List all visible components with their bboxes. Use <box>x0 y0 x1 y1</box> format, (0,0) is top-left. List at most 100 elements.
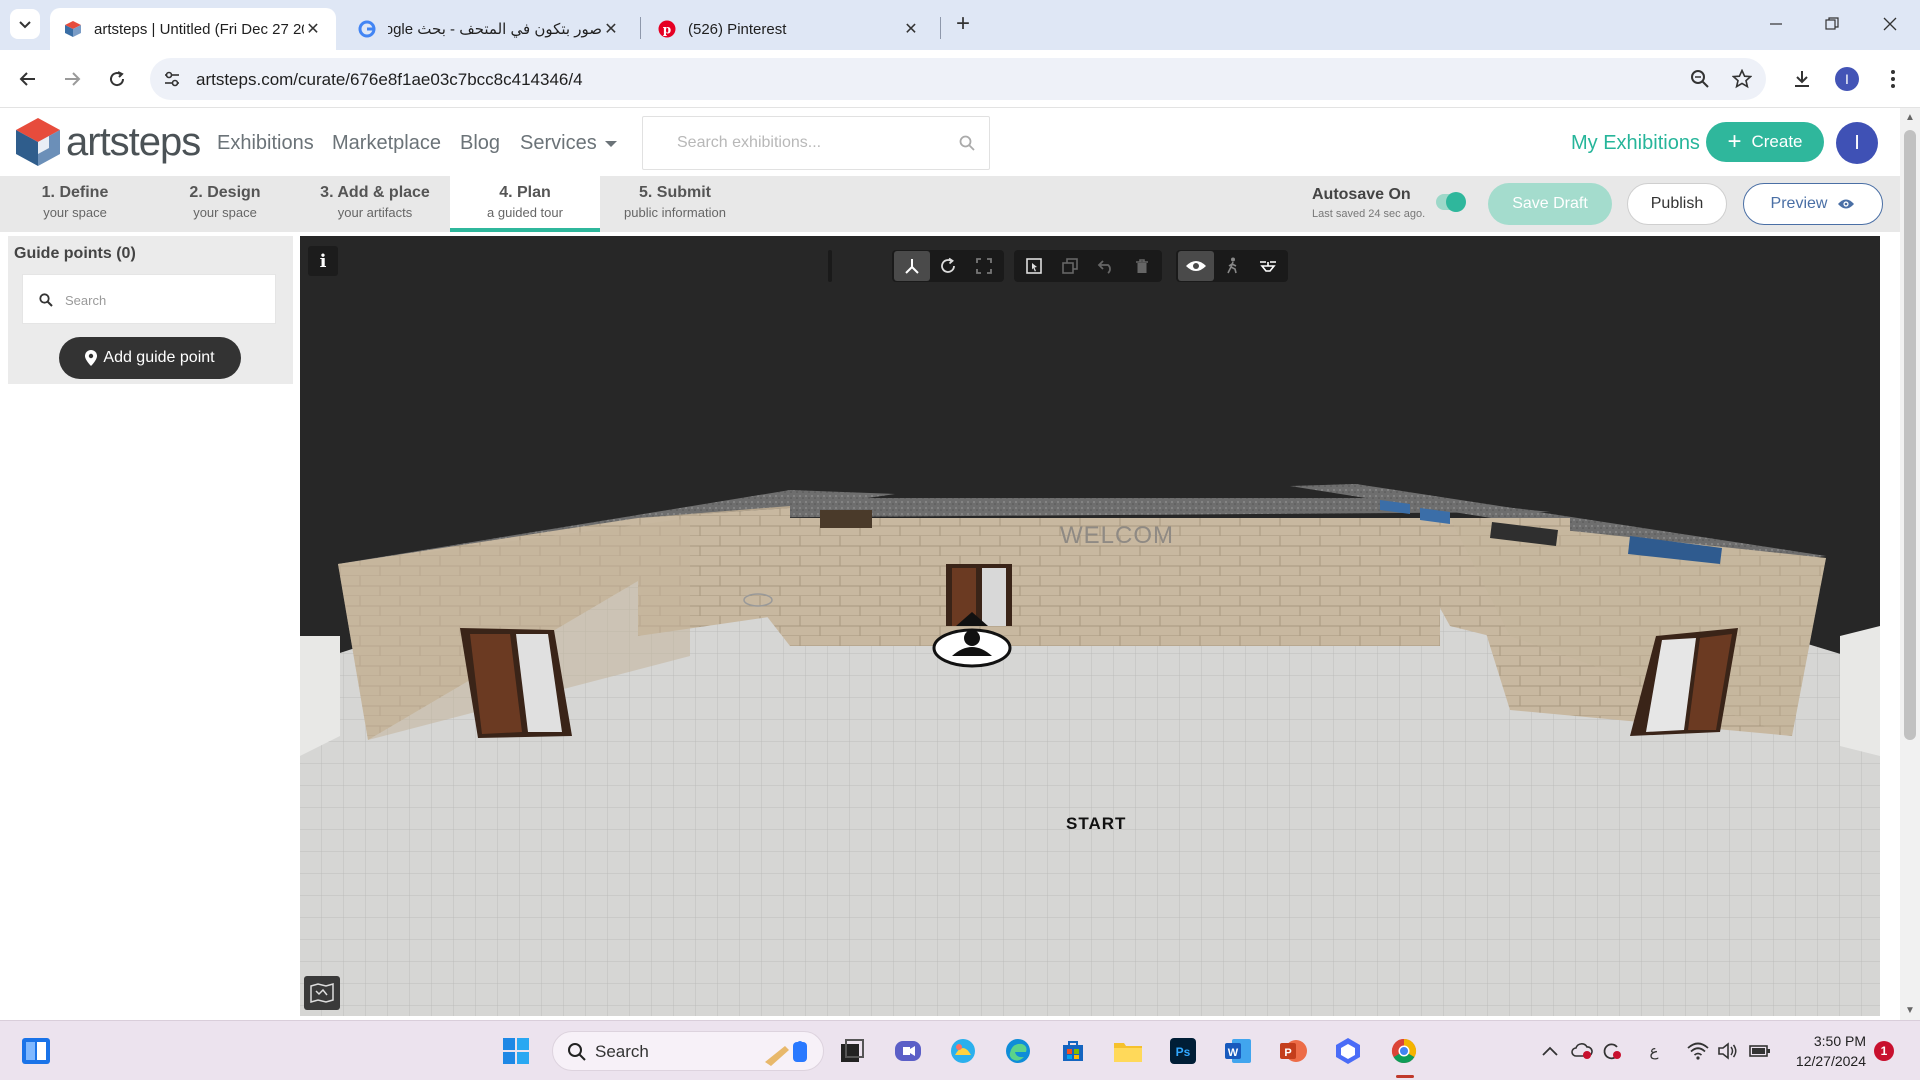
sync-error-icon[interactable] <box>1600 1039 1624 1063</box>
arrow-left-icon <box>19 72 35 86</box>
top-view-button[interactable] <box>1250 251 1286 281</box>
browser-tab-pinterest[interactable]: p (526) Pinterest ✕ <box>644 8 934 50</box>
tray-overflow-icon[interactable] <box>1538 1039 1562 1063</box>
info-button[interactable]: i <box>308 246 338 276</box>
chrome-app[interactable] <box>1386 1033 1422 1069</box>
taskbar-search-label: Search <box>595 1042 649 1061</box>
close-icon[interactable]: ✕ <box>602 19 620 39</box>
rotate-view-button[interactable] <box>930 251 966 281</box>
powerpoint-app[interactable]: P <box>1275 1033 1311 1069</box>
teams-app[interactable] <box>890 1033 926 1069</box>
my-exhibitions-link[interactable]: My Exhibitions <box>1571 132 1700 155</box>
task-view-button[interactable] <box>834 1033 870 1069</box>
photoshop-app[interactable]: Ps <box>1165 1033 1201 1069</box>
select-button[interactable] <box>1016 251 1052 281</box>
orbit-camera-button[interactable] <box>1178 251 1214 281</box>
new-tab-button[interactable]: + <box>948 10 978 40</box>
avatar: I <box>1835 67 1859 91</box>
scrollbar-thumb[interactable] <box>1904 130 1916 740</box>
profile-button[interactable]: I <box>1832 64 1862 94</box>
zoom-icon[interactable] <box>1690 69 1710 89</box>
step-subtitle: your artifacts <box>337 205 413 220</box>
undo-button[interactable] <box>1088 251 1124 281</box>
browser-tab-artsteps[interactable]: artsteps | Untitled (Fri Dec 27 20 ✕ <box>50 8 336 50</box>
file-explorer-app[interactable] <box>1110 1033 1146 1069</box>
close-icon[interactable]: ✕ <box>304 19 322 39</box>
minimize-button[interactable] <box>1758 8 1794 40</box>
forward-button[interactable] <box>57 64 87 94</box>
scroll-up-icon[interactable]: ▲ <box>1905 112 1915 123</box>
powerpoint-icon: P <box>1280 1040 1307 1062</box>
preview-button[interactable]: Preview <box>1743 183 1883 225</box>
pinterest-icon: p <box>658 20 676 38</box>
exhibition-search-input[interactable]: Search exhibitions... <box>642 116 990 170</box>
select-icon <box>1026 258 1042 274</box>
eye-icon <box>1838 199 1855 209</box>
minimap-button[interactable] <box>304 976 340 1010</box>
edge-app[interactable] <box>1000 1033 1036 1069</box>
download-icon <box>1795 71 1809 87</box>
vpn-app[interactable] <box>1330 1033 1366 1069</box>
start-button[interactable] <box>498 1033 534 1069</box>
duplicate-button[interactable] <box>1052 251 1088 281</box>
address-bar[interactable]: artsteps.com/curate/676e8f1ae03c7bcc8c41… <box>150 58 1766 100</box>
nav-exhibitions[interactable]: Exhibitions <box>217 132 314 155</box>
nav-marketplace[interactable]: Marketplace <box>332 132 441 155</box>
downloads-button[interactable] <box>1787 64 1817 94</box>
autosave-status: Autosave On Last saved 24 sec ago. <box>1312 186 1425 220</box>
axis-view-button[interactable] <box>894 251 930 281</box>
site-header: artsteps Exhibitions Marketplace Blog Se… <box>0 108 1900 176</box>
photos-app[interactable] <box>945 1033 981 1069</box>
notification-badge[interactable]: 1 <box>1874 1041 1894 1061</box>
close-icon[interactable]: ✕ <box>902 19 920 39</box>
save-draft-button[interactable]: Save Draft <box>1488 183 1612 225</box>
system-clock[interactable]: 3:50 PM 12/27/2024 <box>1782 1031 1866 1071</box>
create-button[interactable]: + Create <box>1706 122 1824 162</box>
browser-menu-button[interactable] <box>1878 64 1908 94</box>
step-define[interactable]: 1. Define your space <box>0 176 150 232</box>
site-info-icon[interactable] <box>162 69 182 89</box>
wifi-icon[interactable] <box>1686 1039 1710 1063</box>
taskbar-search[interactable]: Search <box>552 1031 824 1071</box>
step-design[interactable]: 2. Design your space <box>150 176 300 232</box>
reload-button[interactable] <box>102 64 132 94</box>
window-close-button[interactable] <box>1872 8 1908 40</box>
3d-viewport[interactable]: WELCOM START i <box>300 236 1880 1016</box>
restore-button[interactable] <box>1814 8 1850 40</box>
reload-icon <box>110 71 125 87</box>
step-submit[interactable]: 5. Submit public information <box>600 176 750 232</box>
autosave-toggle[interactable] <box>1436 192 1466 212</box>
volume-icon[interactable] <box>1716 1039 1740 1063</box>
page-scrollbar[interactable]: ▲ ▼ <box>1900 108 1920 1020</box>
battery-icon[interactable] <box>1748 1039 1772 1063</box>
fullscreen-button[interactable] <box>966 251 1002 281</box>
bookmark-star-icon[interactable] <box>1732 69 1752 89</box>
step-plan[interactable]: 4. Plan a guided tour <box>450 176 600 232</box>
nav-blog[interactable]: Blog <box>460 132 500 155</box>
create-label: Create <box>1751 132 1803 151</box>
copy-icon <box>1062 258 1078 274</box>
back-button[interactable] <box>13 64 43 94</box>
store-app[interactable] <box>1055 1033 1091 1069</box>
step-add-place[interactable]: 3. Add & place your artifacts <box>300 176 450 232</box>
publish-button[interactable]: Publish <box>1627 183 1727 225</box>
artsteps-logo[interactable]: artsteps <box>14 116 201 168</box>
browser-tab-google[interactable]: صور بتكون في المتحف - بحث Google ✕ <box>344 8 634 50</box>
word-app[interactable]: W <box>1220 1033 1256 1069</box>
walk-camera-button[interactable] <box>1214 251 1250 281</box>
hexagon-app-icon <box>1336 1038 1360 1064</box>
nav-services[interactable]: Services <box>520 132 617 155</box>
onedrive-error-icon[interactable] <box>1570 1039 1594 1063</box>
photoshop-icon: Ps <box>1170 1038 1196 1064</box>
floor-edge-left <box>300 636 340 756</box>
delete-button[interactable] <box>1124 251 1160 281</box>
chevron-up-icon <box>1542 1046 1558 1056</box>
add-guide-point-button[interactable]: Add guide point <box>59 337 241 379</box>
scroll-down-icon[interactable]: ▼ <box>1905 1005 1915 1016</box>
arrow-right-icon <box>65 72 81 86</box>
guide-search-input[interactable]: Search <box>22 274 276 324</box>
widgets-button[interactable] <box>18 1033 54 1069</box>
language-indicator[interactable]: ع <box>1642 1039 1666 1063</box>
user-avatar[interactable]: I <box>1836 122 1878 164</box>
tab-search-button[interactable] <box>10 9 40 39</box>
